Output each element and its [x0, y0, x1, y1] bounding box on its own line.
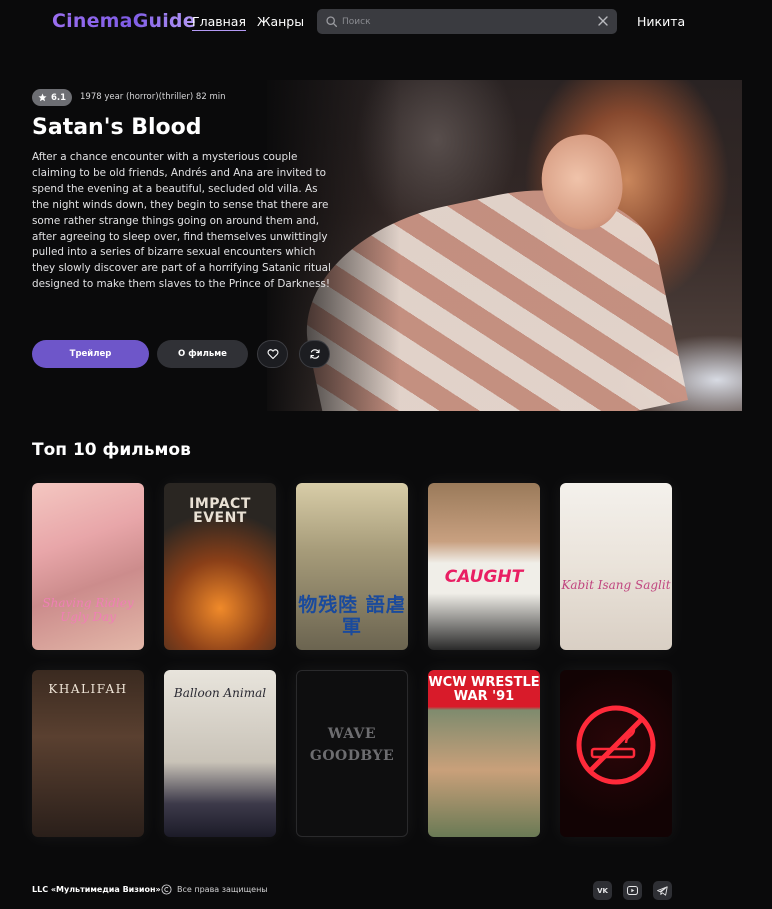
vk-link[interactable]: VK — [593, 881, 612, 900]
rating-value: 6.1 — [51, 92, 67, 103]
refresh-button[interactable] — [299, 340, 330, 368]
search-icon — [326, 16, 338, 28]
hero-section: 6.1 1978 year (horror)(thriller) 82 min … — [0, 42, 772, 412]
movie-poster-7[interactable]: Balloon Animal — [164, 670, 276, 837]
logo[interactable]: CinemaGuide — [52, 10, 196, 32]
top-movies-title: Топ 10 фильмов — [32, 440, 191, 460]
favorite-button[interactable] — [257, 340, 288, 368]
movie-poster-9[interactable]: WCW WRESTLE WAR '91 — [428, 670, 540, 837]
youtube-icon — [627, 886, 638, 895]
refresh-icon — [309, 349, 320, 359]
nav-genres[interactable]: Жанры — [257, 14, 304, 29]
about-movie-button[interactable]: О фильме — [157, 340, 248, 368]
poster-title: WCW WRESTLE WAR '91 — [428, 675, 540, 704]
user-profile-link[interactable]: Никита — [637, 14, 685, 29]
poster-title: 物残陸 語虐軍 — [298, 594, 406, 638]
movie-poster-10[interactable] — [560, 670, 672, 837]
close-icon[interactable] — [597, 15, 609, 27]
hero-backdrop-image — [267, 80, 742, 411]
youtube-link[interactable] — [623, 881, 642, 900]
telegram-icon — [657, 885, 668, 896]
movie-meta: 1978 year (horror)(thriller) 82 min — [80, 92, 226, 102]
poster-title: IMPACT EVENT — [189, 496, 251, 526]
vk-icon: VK — [597, 886, 608, 895]
footer-rights: Все права защищены — [177, 885, 268, 894]
telegram-link[interactable] — [653, 881, 672, 900]
no-smoking-icon — [576, 705, 656, 785]
movie-title: Satan's Blood — [32, 115, 202, 140]
nav-home[interactable]: Главная — [192, 14, 246, 31]
poster-title: Kabit Isang Saglit — [561, 578, 671, 592]
poster-title: CAUGHT — [444, 567, 524, 587]
movie-poster-2[interactable]: IMPACT EVENT — [164, 483, 276, 650]
search-bar[interactable] — [317, 9, 617, 34]
poster-title: Shaving Ridley Ugly Day — [42, 596, 134, 624]
movie-poster-8[interactable]: WAVE GOODBYE — [296, 670, 408, 837]
heart-icon — [266, 349, 279, 360]
movie-poster-5[interactable]: Kabit Isang Saglit — [560, 483, 672, 650]
footer-company: LLC «Мультимедиа Визион» — [32, 885, 161, 894]
movie-poster-3[interactable]: 物残陸 語虐軍 — [296, 483, 408, 650]
site-header: CinemaGuide Главная Жанры Никита — [0, 0, 772, 42]
movie-poster-1[interactable]: Shaving Ridley Ugly Day — [32, 483, 144, 650]
poster-title: KHALIFAH — [48, 682, 128, 696]
search-input[interactable] — [342, 13, 592, 30]
star-icon — [38, 93, 47, 102]
rating-badge: 6.1 — [32, 89, 72, 106]
trailer-button[interactable]: Трейлер — [32, 340, 149, 368]
poster-title: Balloon Animal — [173, 686, 267, 700]
movie-poster-4[interactable]: CAUGHT — [428, 483, 540, 650]
copyright-icon — [161, 884, 172, 895]
movie-description: After a chance encounter with a mysterio… — [32, 151, 331, 291]
poster-title: WAVE GOODBYE — [309, 726, 395, 764]
movie-poster-6[interactable]: KHALIFAH — [32, 670, 144, 837]
